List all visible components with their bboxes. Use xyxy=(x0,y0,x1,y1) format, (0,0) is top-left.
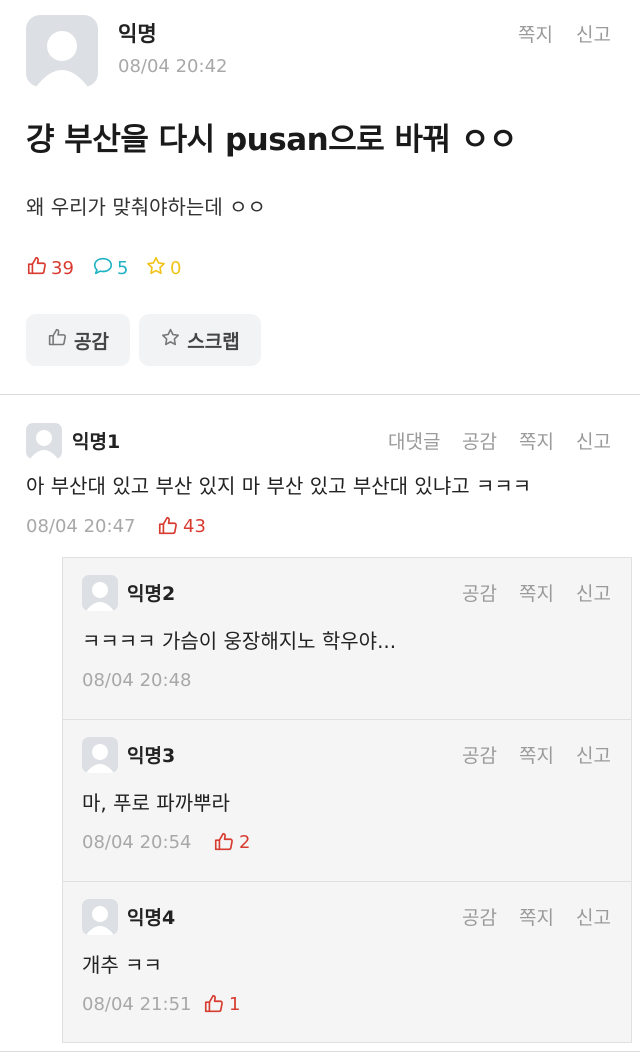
reply-author-name: 익명2 xyxy=(127,583,176,605)
post-comments-divider xyxy=(0,394,640,395)
reply-author-name: 익명4 xyxy=(127,907,176,929)
reply-item: 익명2 공감 쪽지 신고 ㅋㅋㅋㅋ 가슴이 웅장해지노 학우야... 08/04… xyxy=(62,557,632,720)
post-scrap-button-label: 스크랩 xyxy=(187,330,240,353)
post-scrap-button[interactable]: 스크랩 xyxy=(139,314,261,366)
reply-message-button[interactable]: 쪽지 xyxy=(519,741,554,768)
reply-author-avatar xyxy=(82,575,118,611)
reply-author-avatar xyxy=(82,899,118,935)
comment-author-name: 익명1 xyxy=(72,431,121,453)
comment-text: 아 부산대 있고 부산 있지 마 부산 있고 부산대 있냐고 ㅋㅋㅋ xyxy=(26,474,532,498)
reply-author-name: 익명3 xyxy=(127,745,176,767)
comment-like-button[interactable]: 공감 xyxy=(462,427,497,454)
post-like-button[interactable]: 공감 xyxy=(26,314,130,366)
reply-report-button[interactable]: 신고 xyxy=(576,741,611,768)
thumbs-up-icon xyxy=(47,327,68,353)
star-icon xyxy=(160,327,181,353)
post-body: 왜 우리가 맞춰야하는데 ㅇㅇ xyxy=(26,195,266,219)
comment-report-button[interactable]: 신고 xyxy=(576,427,611,454)
bottom-divider xyxy=(0,1051,640,1052)
thumbs-up-icon xyxy=(213,831,235,857)
reply-message-button[interactable]: 쪽지 xyxy=(519,579,554,606)
comment-author-avatar xyxy=(26,423,62,459)
post-comment-count: 5 xyxy=(92,255,128,282)
star-icon xyxy=(145,255,167,282)
post-like-count-value: 39 xyxy=(51,258,74,279)
post-comment-count-value: 5 xyxy=(117,258,129,279)
post-message-button[interactable]: 쪽지 xyxy=(518,20,553,47)
reply-like-button[interactable]: 공감 xyxy=(462,903,497,930)
post-like-count: 39 xyxy=(26,255,74,282)
post-report-button[interactable]: 신고 xyxy=(576,20,611,47)
reply-text: 개추 ㅋㅋ xyxy=(82,953,162,977)
reply-message-button[interactable]: 쪽지 xyxy=(519,903,554,930)
comment-reply-button[interactable]: 대댓글 xyxy=(388,427,440,454)
post-author-avatar xyxy=(26,15,98,87)
reply-author-avatar xyxy=(82,737,118,773)
post-like-button-label: 공감 xyxy=(74,330,109,353)
reply-report-button[interactable]: 신고 xyxy=(576,579,611,606)
reply-timestamp: 08/04 20:48 xyxy=(82,670,192,691)
reply-item: 익명3 공감 쪽지 신고 마, 푸로 파까뿌라 08/04 20:54 2 xyxy=(62,719,632,882)
comment-like-count: 43 xyxy=(183,516,206,537)
post-timestamp: 08/04 20:42 xyxy=(118,56,228,77)
reply-like-button[interactable]: 공감 xyxy=(462,741,497,768)
post-author-name: 익명 xyxy=(118,22,157,46)
reply-text: ㅋㅋㅋㅋ 가슴이 웅장해지노 학우야... xyxy=(82,629,397,653)
reply-text: 마, 푸로 파까뿌라 xyxy=(82,791,230,815)
comment-message-button[interactable]: 쪽지 xyxy=(519,427,554,454)
thumbs-up-icon xyxy=(157,515,179,541)
comment-bubble-icon xyxy=(92,255,114,282)
reply-timestamp: 08/04 20:54 xyxy=(82,832,192,853)
post-scrap-count: 0 xyxy=(145,255,181,282)
reply-like-count: 1 xyxy=(229,994,241,1015)
post-title: 걍 부산을 다시 pusan으로 바꿔 ㅇㅇ xyxy=(26,122,517,158)
reply-like-count: 2 xyxy=(239,832,251,853)
post-scrap-count-value: 0 xyxy=(170,258,182,279)
reply-report-button[interactable]: 신고 xyxy=(576,903,611,930)
thumbs-up-icon xyxy=(26,255,48,282)
reply-like-button[interactable]: 공감 xyxy=(462,579,497,606)
reply-timestamp: 08/04 21:51 xyxy=(82,994,192,1015)
comment-timestamp: 08/04 20:47 xyxy=(26,516,136,537)
thumbs-up-icon xyxy=(203,993,225,1019)
reply-item: 익명4 공감 쪽지 신고 개추 ㅋㅋ 08/04 21:51 1 xyxy=(62,881,632,1043)
